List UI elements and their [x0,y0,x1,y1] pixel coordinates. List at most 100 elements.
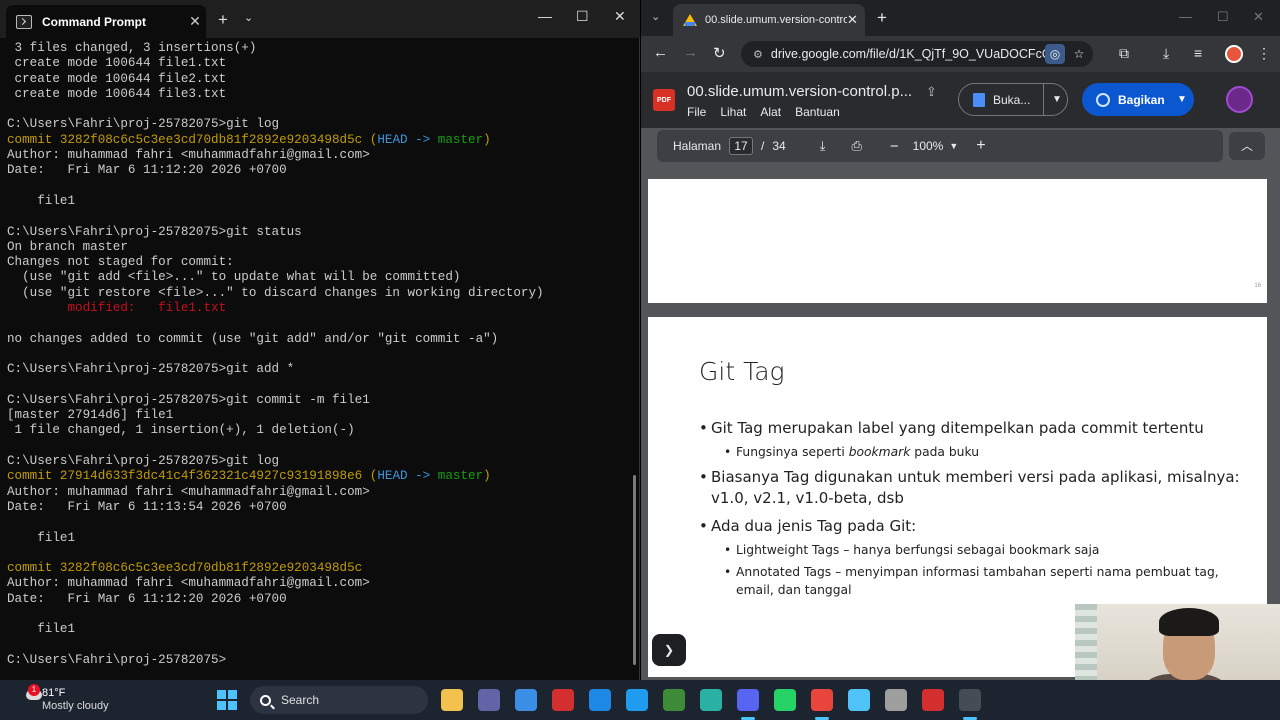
whatsapp-icon[interactable] [774,689,796,711]
pen-app-icon[interactable] [589,689,611,711]
minimize-icon[interactable]: — [538,8,552,24]
maximize-icon[interactable]: ☐ [1217,9,1229,25]
lens-icon[interactable]: ◎ [1045,44,1065,64]
terminal-line: file1 [7,194,632,209]
windows-start-icon[interactable] [217,690,237,710]
new-tab-icon[interactable]: + [877,8,887,28]
terminal-line: C:\Users\Fahri\proj-25782075> [7,653,632,668]
page-label: Halaman [673,139,722,153]
terminal-output[interactable]: 3 files changed, 3 insertions(+) create … [7,41,632,668]
pdf-viewer[interactable]: Halaman 17 / 34 ⤓ ⎙ − 100% ▼ + ︿ 16 Git … [641,128,1280,680]
new-tab-icon[interactable]: + [218,10,228,30]
slide-bullet: Git Tag merupakan label yang ditempelkan… [699,418,1204,439]
terminal-line: On branch master [7,240,632,255]
teams-icon[interactable] [478,689,500,711]
terminal-scrollbar[interactable] [633,475,636,665]
extensions-icon[interactable]: ⧉ [1119,45,1129,62]
download-icon[interactable]: ⤓ [1163,45,1169,62]
menu-view[interactable]: Lihat [720,105,746,119]
menu-kebab-icon[interactable]: ⋮ [1257,45,1271,62]
bullet-text-part: pada buku [910,445,979,459]
open-with-label: Buka... [993,92,1031,107]
browser-tab[interactable]: 00.slide.umum.version-control.p ✕ [673,4,865,36]
terminal-tab[interactable]: Command Prompt ✕ [6,5,206,38]
zoom-in-icon[interactable]: + [976,137,985,155]
zoom-level[interactable]: 100% [913,139,944,153]
chevron-down-icon[interactable]: ▼ [1052,94,1062,105]
terminal-line: Date: Fri Mar 6 11:13:54 2026 +0700 [7,500,632,515]
terminal-text: file1 [7,530,76,545]
download-icon[interactable]: ⤓ [820,138,826,154]
move-to-drive-icon[interactable]: ⇪ [926,84,937,100]
page-number-input[interactable]: 17 [729,137,754,155]
menu-file[interactable]: File [687,105,706,119]
share-button[interactable]: Bagikan ▼ [1082,83,1194,116]
bullet-text: Ada dua jenis Tag pada Git: [711,517,917,535]
taskbar-search[interactable]: Search [250,686,428,714]
maximize-icon[interactable]: ☐ [576,8,589,25]
menu-help[interactable]: Bantuan [795,105,840,119]
page-number: 16 [1254,283,1261,289]
bullet-text: Fungsinya seperti bookmark pada buku [724,443,979,461]
terminal-line: create mode 100644 file2.txt [7,72,632,87]
file-explorer-icon[interactable] [441,689,463,711]
terminal-line: no changes added to commit (use "git add… [7,332,632,347]
notification-badge: 1 [28,684,40,696]
terminal-text: On branch master [7,239,128,254]
browser-window: ⌄ 00.slide.umum.version-control.p ✕ + — … [641,0,1280,680]
site-info-icon[interactable]: ⚙ [753,48,763,61]
minecraft-icon[interactable] [663,689,685,711]
address-bar[interactable]: ⚙ drive.google.com/file/d/1K_QjTf_9O_VUa… [741,41,1093,67]
drive-menubar: File Lihat Alat Bantuan [687,105,840,119]
slide-sub-bullet: Annotated Tags – menyimpan informasi tam… [724,563,1219,599]
terminal-line: Date: Fri Mar 6 11:12:20 2026 +0700 [7,163,632,178]
account-avatar[interactable] [1226,86,1253,113]
red-l-app-icon[interactable] [552,689,574,711]
close-window-icon[interactable]: ✕ [614,8,626,25]
minimize-icon[interactable]: — [1179,9,1192,24]
terminal-icon[interactable] [959,689,981,711]
terminal-text: Author: muhammad fahri <muhammadfahri@gm… [7,148,370,163]
notepad-icon[interactable] [848,689,870,711]
terminal-text: master [437,132,484,147]
reload-icon[interactable]: ↻ [713,44,726,62]
bookmark-star-icon[interactable]: ☆ [1069,44,1089,64]
forward-icon[interactable]: → [683,44,698,61]
chevron-down-icon[interactable]: ▼ [1177,94,1187,105]
terminal-text: master [437,469,484,484]
pdf-file-icon: PDF [653,89,675,111]
chevron-up-icon[interactable]: ︿ [1229,132,1265,160]
terminal-text: Author: muhammad fahri <muhammadfahri@gm… [7,484,370,499]
open-with-button[interactable]: Buka... ▼ [958,83,1068,116]
back-icon[interactable]: ← [653,44,668,61]
store-icon[interactable] [515,689,537,711]
profile-avatar[interactable] [1225,45,1243,63]
close-tab-icon[interactable]: ✕ [184,13,206,30]
chrome-dev-icon[interactable] [922,689,944,711]
chrome-icon[interactable] [811,689,833,711]
chevron-down-icon[interactable]: ▼ [949,141,958,151]
terminal-line: C:\Users\Fahri\proj-25782075>git status [7,225,632,240]
terminal-text: (use "git add <file>..." to update what … [7,270,461,285]
discord-icon[interactable] [737,689,759,711]
divider [1043,83,1044,116]
chevron-down-icon[interactable]: ⌄ [244,11,253,24]
tab-search-icon[interactable]: ⌄ [651,10,660,23]
menu-tools[interactable]: Alat [760,105,781,119]
zoom-out-icon[interactable]: − [890,138,899,155]
slide-sub-bullet: Lightweight Tags – hanya berfungsi sebag… [724,541,1099,559]
vscode-like-icon[interactable] [626,689,648,711]
edge-icon[interactable] [700,689,722,711]
close-tab-icon[interactable]: ✕ [847,12,865,28]
terminal-text: Date: Fri Mar 6 11:13:54 2026 +0700 [7,499,287,514]
close-window-icon[interactable]: ✕ [1253,9,1264,25]
slide-sub-bullet: Fungsinya seperti bookmark pada buku [724,443,979,461]
chevron-right-icon[interactable]: ❯ [652,634,686,666]
settings-icon[interactable] [885,689,907,711]
terminal-line: commit 3282f08c6c5c3ee3cd70db81f2892e920… [7,133,632,148]
print-icon[interactable]: ⎙ [851,138,861,154]
media-icon[interactable]: ≡ [1194,45,1202,61]
